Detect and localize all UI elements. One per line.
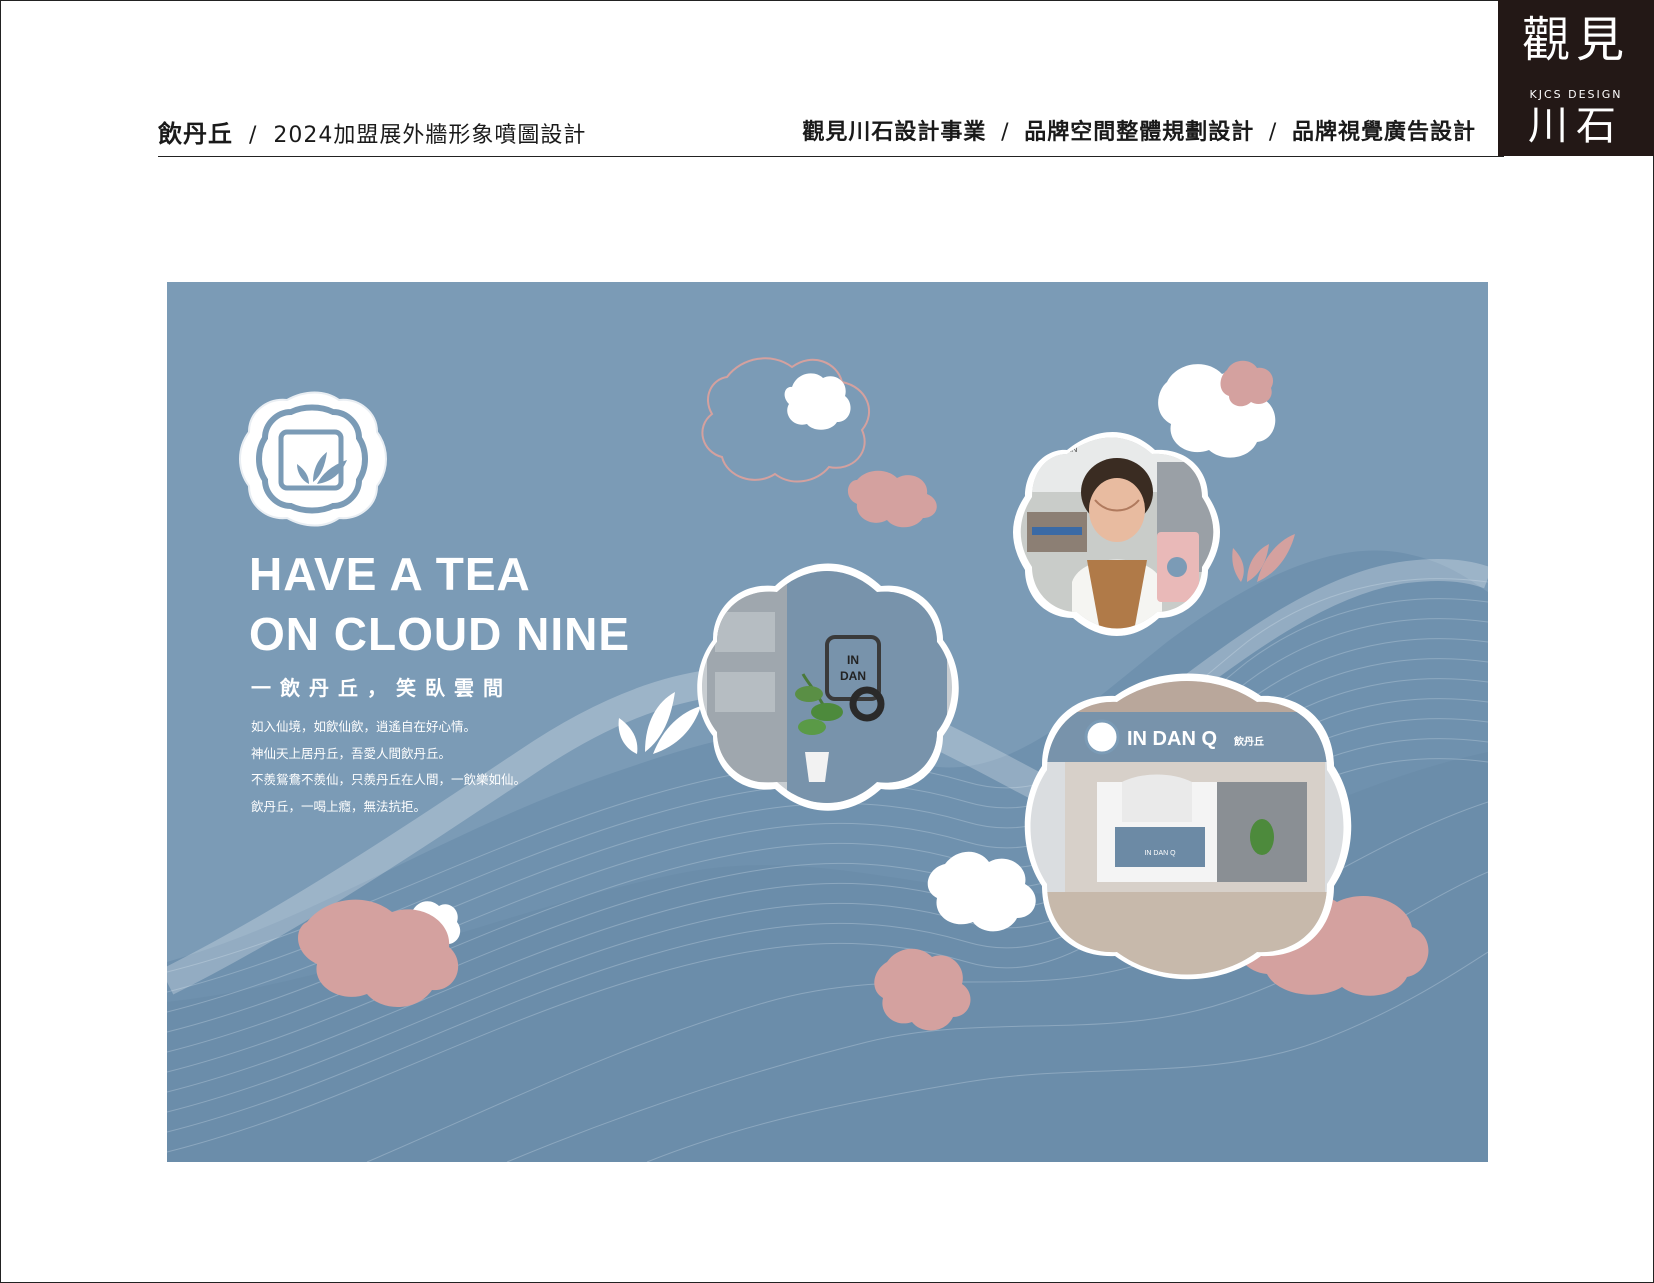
separator: / — [1001, 120, 1010, 145]
header-divider — [158, 156, 1504, 157]
header-services: 觀見川石設計事業 / 品牌空間整體規劃設計 / 品牌視覺廣告設計 — [802, 114, 1476, 146]
poster-sub-slogan: 一飲丹丘，笑臥雲間 — [251, 676, 512, 700]
project-title: 2024加盟展外牆形象噴圖設計 — [273, 123, 587, 148]
separator: / — [249, 123, 258, 148]
separator: / — [1268, 120, 1278, 145]
brand-name: 飲丹丘 — [158, 120, 233, 148]
brand-mark-icon — [239, 391, 387, 527]
poster-poem: 如入仙境，如飲仙飲，逍遙自在好心情。 神仙天上居丹丘，吾愛人間飲丹丘。 不羨鴛鴦… — [251, 714, 526, 820]
storefront-sign-cn: 飲丹丘 — [1233, 735, 1264, 748]
service-label: 品牌空間整體規劃設計 — [1024, 120, 1255, 145]
company-name: 觀見川石設計事業 — [802, 120, 987, 145]
poem-line: 不羨鴛鴦不羨仙，只羨丹丘在人間，一飲樂如仙。 — [251, 772, 527, 787]
poem-line: 飲丹丘，一喝上癮，無法抗拒。 — [251, 798, 427, 814]
photo-barista: IN DAN — [1013, 432, 1220, 636]
service-label: 品牌視覺廣告設計 — [1291, 120, 1476, 145]
logo-subtitle: KJCS DESIGN — [1529, 88, 1623, 101]
svg-text:DAN: DAN — [840, 669, 866, 683]
slogan-line: ON CLOUD NINE — [249, 608, 630, 660]
poem-line: 神仙天上居丹丘，吾愛人間飲丹丘。 — [251, 745, 452, 761]
header-project: 飲丹丘 / 2024加盟展外牆形象噴圖設計 — [158, 114, 586, 149]
poster-artwork: IN DAN IN DAN IN DAN Q 飲丹丘 IN DAN Q HAVE… — [167, 282, 1488, 1162]
slogan-line: HAVE A TEA — [249, 548, 531, 600]
logo-calligraphy-bottom: 川石 — [1528, 103, 1624, 149]
svg-text:IN: IN — [847, 653, 859, 667]
counter-text: IN DAN Q — [1144, 850, 1176, 857]
poem-line: 如入仙境，如飲仙飲，逍遙自在好心情。 — [251, 719, 477, 734]
logo-calligraphy-top: 觀見 — [1521, 12, 1630, 68]
storefront-sign: IN DAN Q — [1127, 728, 1217, 750]
poster-slogan: HAVE A TEA ON CLOUD NINE — [249, 544, 630, 664]
company-logo: 觀見 KJCS DESIGN 川石 — [1498, 0, 1654, 156]
